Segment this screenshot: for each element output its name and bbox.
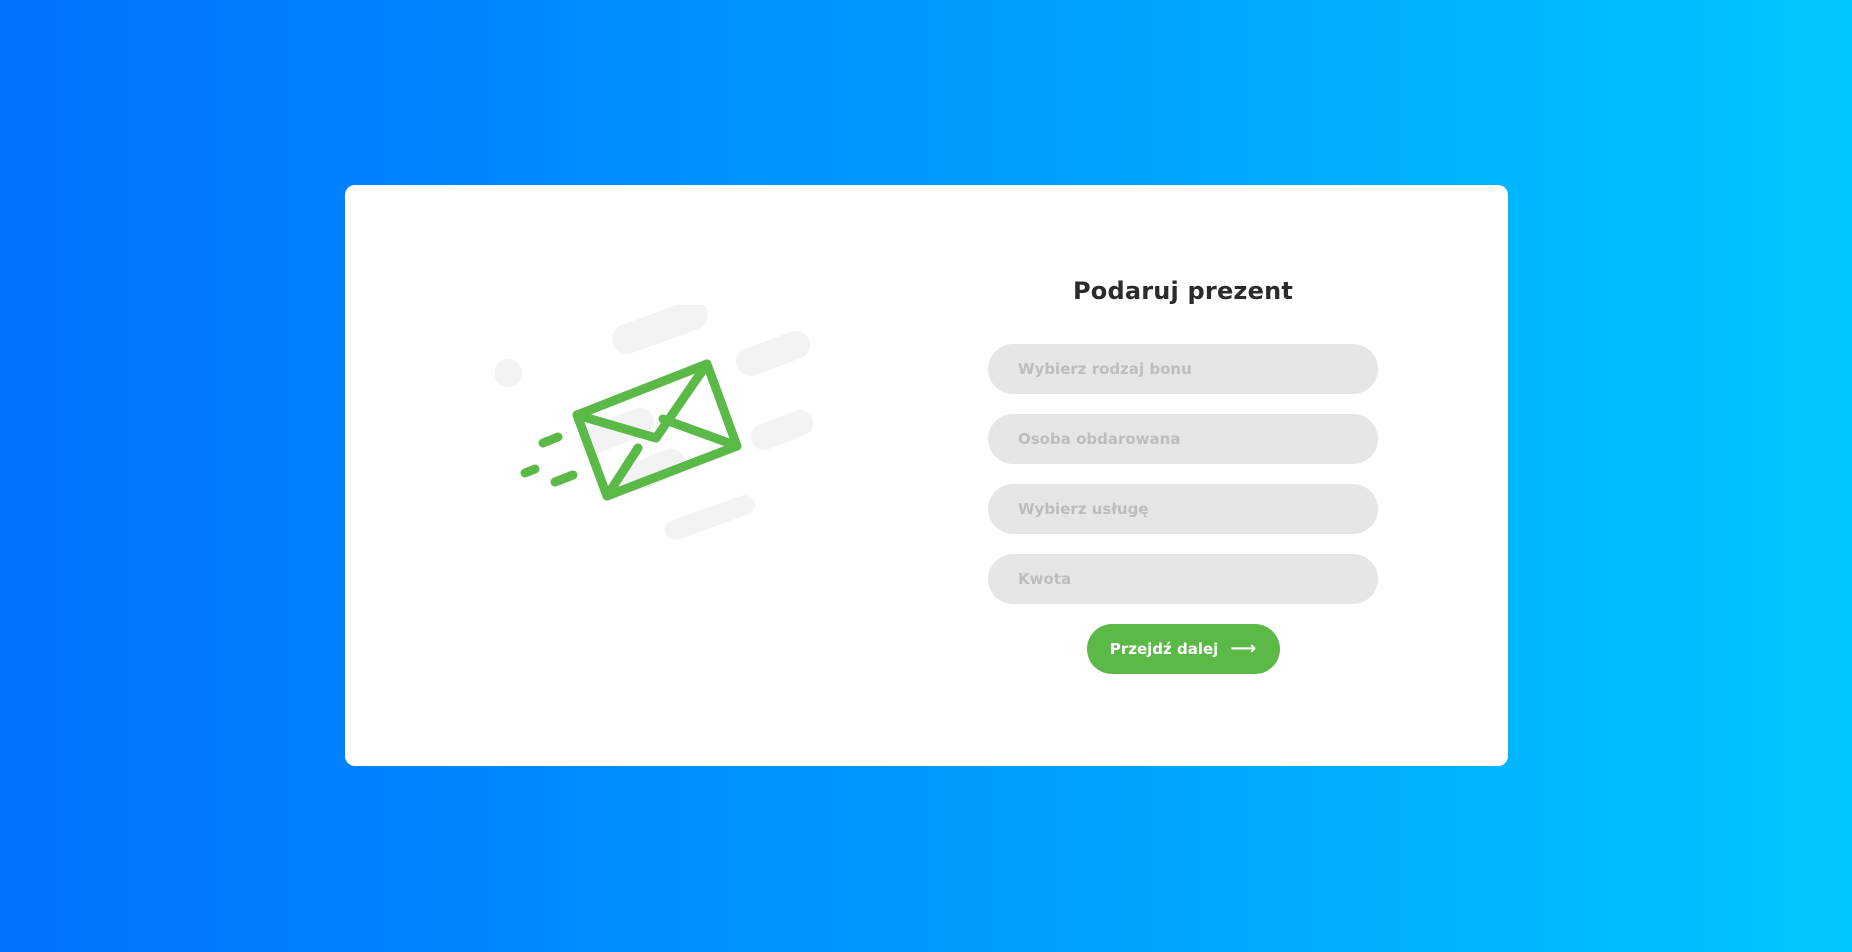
next-button[interactable]: Przejdź dalej ⟶ xyxy=(1086,624,1280,674)
recipient-field[interactable] xyxy=(988,414,1378,464)
amount-field[interactable] xyxy=(988,554,1378,604)
next-button-label: Przejdź dalej xyxy=(1109,640,1219,658)
gift-form: Podaruj prezent Przejdź dalej ⟶ xyxy=(988,275,1378,674)
voucher-type-field[interactable] xyxy=(988,344,1378,394)
service-field[interactable] xyxy=(988,484,1378,534)
form-title: Podaruj prezent xyxy=(1072,277,1294,305)
arrow-right-icon: ⟶ xyxy=(1230,638,1257,659)
flying-envelope-icon xyxy=(495,305,825,645)
gift-card-panel: Podaruj prezent Przejdź dalej ⟶ xyxy=(345,185,1508,766)
